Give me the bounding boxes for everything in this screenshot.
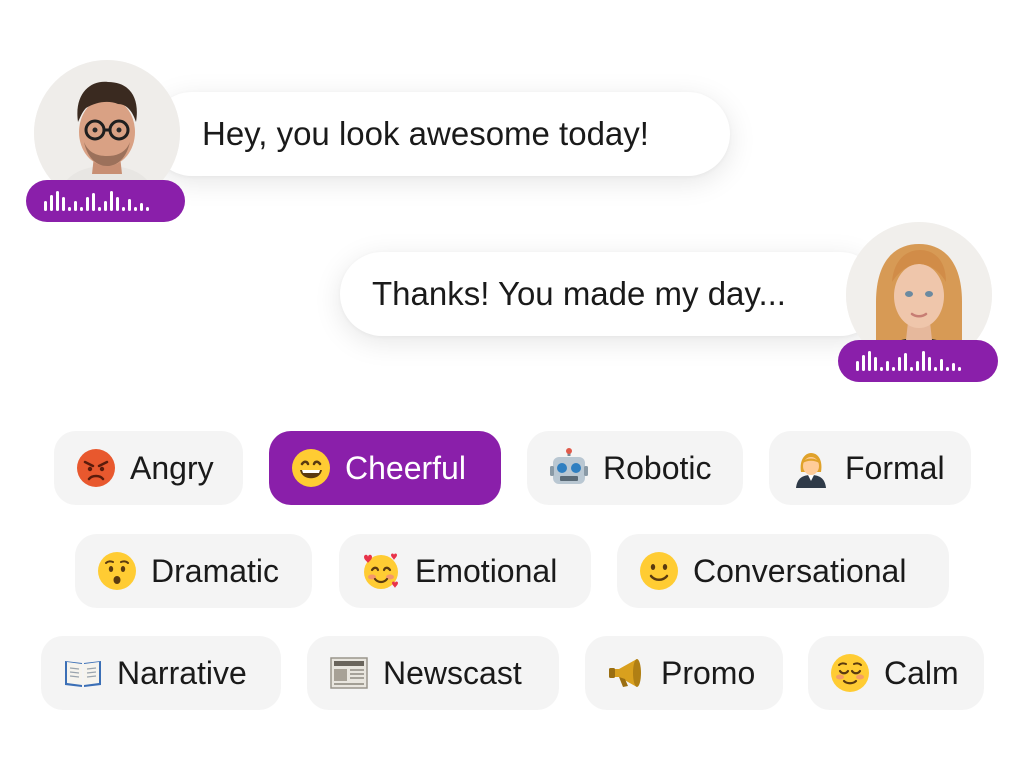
- chip-label: Emotional: [415, 552, 558, 589]
- chip-label: Angry: [130, 449, 214, 486]
- chat-bubble-incoming: Hey, you look awesome today!: [150, 92, 730, 176]
- relieved-face-icon: [830, 653, 870, 693]
- office-worker-icon: [791, 448, 831, 488]
- newspaper-icon: [329, 653, 369, 693]
- chip-label: Robotic: [603, 449, 712, 486]
- chat-bubble-outgoing: Thanks! You made my day...: [340, 252, 882, 336]
- chip-label: Newscast: [383, 654, 522, 691]
- message-text: Hey, you look awesome today!: [202, 115, 649, 152]
- voice-waveform-badge[interactable]: [838, 340, 998, 382]
- chip-label: Cheerful: [345, 449, 466, 486]
- hushed-face-icon: [97, 551, 137, 591]
- open-book-icon: [63, 653, 103, 693]
- angry-face-icon: [76, 448, 116, 488]
- style-chip-dramatic[interactable]: Dramatic: [75, 534, 312, 608]
- style-chip-cheerful[interactable]: Cheerful: [269, 431, 501, 505]
- chip-label: Promo: [661, 654, 756, 691]
- style-chip-angry[interactable]: Angry: [54, 431, 243, 505]
- waveform-icon: [43, 191, 149, 211]
- chip-label: Conversational: [693, 552, 907, 589]
- waveform-icon: [856, 351, 961, 371]
- smiling-face-with-hearts-icon: [361, 551, 401, 591]
- message-text: Thanks! You made my day...: [372, 275, 786, 312]
- chip-label: Narrative: [117, 654, 247, 691]
- style-chip-emotional[interactable]: Emotional: [339, 534, 591, 608]
- chip-label: Calm: [884, 654, 959, 691]
- style-chip-newscast[interactable]: Newscast: [307, 636, 559, 710]
- style-chip-narrative[interactable]: Narrative: [41, 636, 281, 710]
- style-chip-robotic[interactable]: Robotic: [527, 431, 743, 505]
- megaphone-icon: [607, 653, 647, 693]
- slightly-smiling-face-icon: [639, 551, 679, 591]
- style-chip-conversational[interactable]: Conversational: [617, 534, 949, 608]
- voice-waveform-badge[interactable]: [26, 180, 185, 222]
- grinning-face-icon: [291, 448, 331, 488]
- robot-icon: [549, 448, 589, 488]
- chip-label: Dramatic: [151, 552, 280, 589]
- style-chip-formal[interactable]: Formal: [769, 431, 971, 505]
- style-chip-promo[interactable]: Promo: [585, 636, 783, 710]
- chip-label: Formal: [845, 449, 945, 486]
- style-chip-calm[interactable]: Calm: [808, 636, 984, 710]
